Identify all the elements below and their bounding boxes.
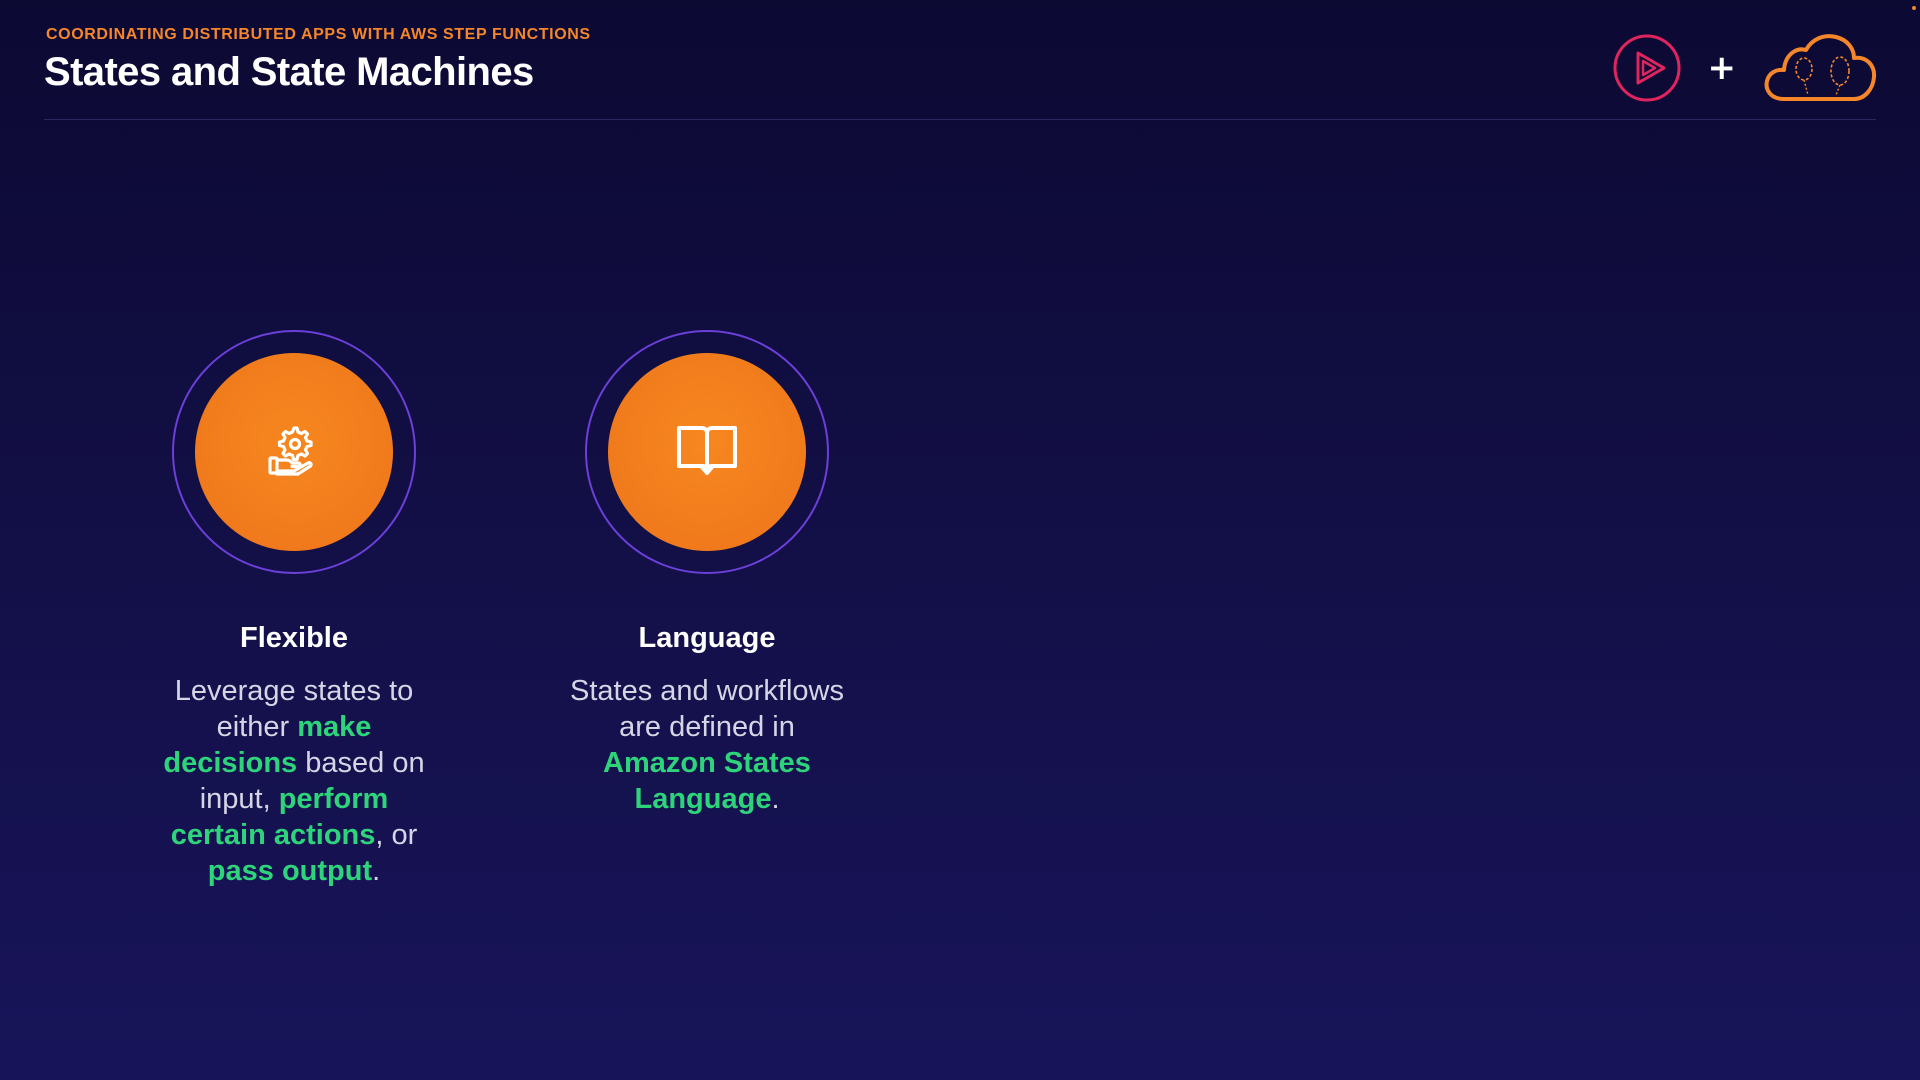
desc-highlight: pass output — [207, 855, 373, 887]
feature-description: Leverage states to either make decisions… — [149, 673, 439, 889]
desc-text: . — [372, 855, 381, 887]
play-logo-icon — [1612, 33, 1682, 103]
hand-gear-icon — [264, 420, 324, 485]
icon-disc — [195, 353, 393, 551]
feature-description: States and workflows are defined in Amaz… — [562, 673, 852, 817]
desc-text: Leverage states to either — [174, 675, 414, 743]
icon-disc — [608, 353, 806, 551]
open-book-icon — [674, 422, 740, 483]
icon-ring — [172, 330, 416, 574]
feature-title: Language — [638, 622, 776, 654]
desc-text: States and workflows are defined in — [569, 675, 844, 743]
slide-header: COORDINATING DISTRIBUTED APPS WITH AWS S… — [44, 26, 1876, 95]
slide-subtitle: COORDINATING DISTRIBUTED APPS WITH AWS S… — [46, 26, 591, 43]
logo-area: + — [1612, 28, 1879, 108]
slide-title: States and State Machines — [44, 50, 534, 94]
desc-text: , or — [375, 819, 418, 851]
plus-sign: + — [1707, 48, 1737, 88]
feature-language: Language States and workflows are define… — [547, 330, 867, 817]
feature-flexible: Flexible Leverage states to either make … — [134, 330, 454, 889]
icon-ring — [585, 330, 829, 574]
corner-dot — [1912, 6, 1916, 10]
desc-highlight: Amazon States Language — [603, 747, 811, 815]
feature-title: Flexible — [240, 622, 348, 654]
desc-text: . — [771, 783, 780, 815]
cloud-logo-icon — [1762, 31, 1878, 105]
header-divider — [44, 119, 1876, 120]
